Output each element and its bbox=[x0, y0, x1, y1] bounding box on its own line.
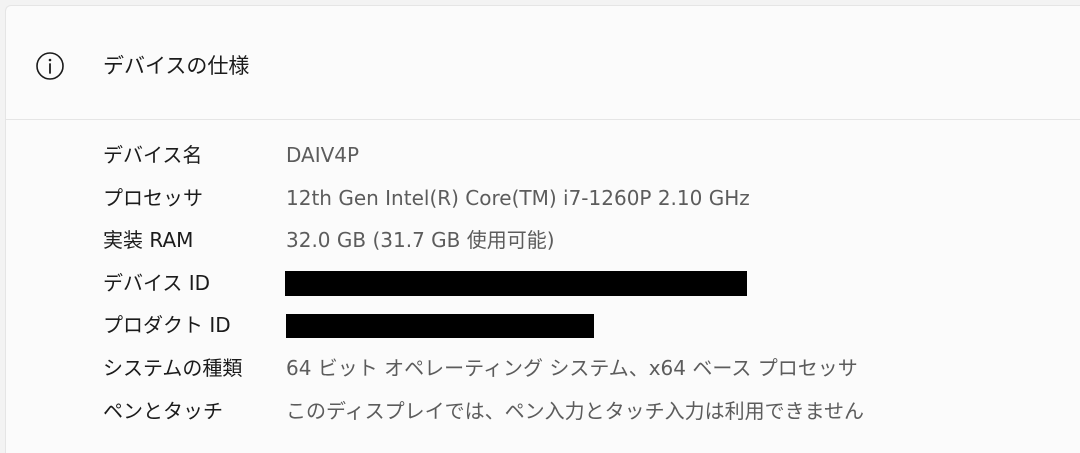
spec-row-installed-ram: 実装 RAM 32.0 GB (31.7 GB 使用可能) bbox=[103, 224, 1073, 267]
spec-value[interactable]: 64 ビット オペレーティング システム、x64 ベース プロセッサ bbox=[286, 355, 858, 381]
spec-value[interactable]: このディスプレイでは、ペン入力とタッチ入力は利用できません bbox=[286, 398, 864, 424]
spec-row-system-type: システムの種類 64 ビット オペレーティング システム、x64 ベース プロセ… bbox=[103, 352, 1073, 395]
spec-value[interactable]: 32.0 GB (31.7 GB 使用可能) bbox=[286, 227, 555, 253]
spec-row-processor: プロセッサ 12th Gen Intel(R) Core(TM) i7-1260… bbox=[103, 182, 1073, 225]
spec-label: プロセッサ bbox=[103, 185, 203, 210]
spec-label: デバイス名 bbox=[103, 143, 203, 167]
spec-label: プロダクト ID bbox=[103, 313, 231, 338]
device-specifications-header[interactable]: デバイスの仕様 bbox=[6, 6, 1080, 120]
spec-value[interactable]: 12th Gen Intel(R) Core(TM) i7-1260P 2.10… bbox=[286, 185, 750, 211]
device-specifications-card: デバイスの仕様 デバイス名 DAIV4P プロセッサ 12th Gen Inte… bbox=[5, 5, 1080, 453]
spec-label: システムの種類 bbox=[103, 355, 243, 380]
spec-row-pen-and-touch: ペンとタッチ このディスプレイでは、ペン入力とタッチ入力は利用できません bbox=[103, 395, 1073, 438]
spec-value[interactable]: DAIV4P bbox=[286, 142, 359, 168]
section-title: デバイスの仕様 bbox=[103, 54, 250, 78]
spec-row-device-name: デバイス名 DAIV4P bbox=[103, 139, 1073, 182]
spec-label: デバイス ID bbox=[103, 270, 211, 295]
spec-row-product-id: プロダクト ID bbox=[103, 309, 1073, 352]
redacted-product-id bbox=[286, 314, 594, 339]
spec-row-device-id: デバイス ID bbox=[103, 267, 1073, 310]
spec-label: 実装 RAM bbox=[103, 228, 194, 253]
spec-label: ペンとタッチ bbox=[103, 398, 223, 423]
redacted-device-id bbox=[285, 270, 747, 296]
spec-list: デバイス名 DAIV4P プロセッサ 12th Gen Intel(R) Cor… bbox=[103, 139, 1073, 437]
info-icon bbox=[36, 52, 64, 80]
